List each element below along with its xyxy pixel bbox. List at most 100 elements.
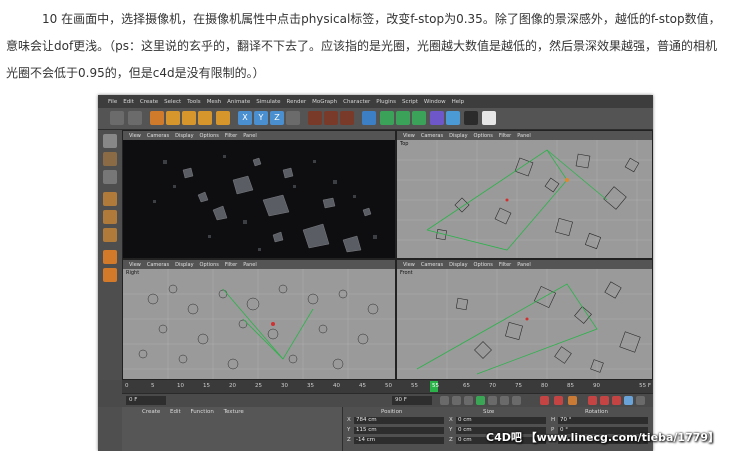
vp4-menu-display[interactable]: Display <box>449 262 467 268</box>
scene-icon[interactable] <box>446 111 460 125</box>
param-key-icon[interactable] <box>624 396 633 405</box>
rotation-key-icon[interactable] <box>612 396 621 405</box>
vp3-menu-display[interactable]: Display <box>175 262 193 268</box>
array-icon[interactable] <box>412 111 426 125</box>
vp4-menu-view[interactable]: View <box>403 262 415 268</box>
undo-icon[interactable] <box>110 111 124 125</box>
menu-plugins[interactable]: Plugins <box>376 99 396 105</box>
viewport-right[interactable]: View Cameras Display Options Filter Pane… <box>122 259 396 380</box>
position-y-field[interactable]: 115 cm <box>354 427 444 434</box>
vp2-menu-panel[interactable]: Panel <box>517 133 531 139</box>
menu-animate[interactable]: Animate <box>227 99 250 105</box>
cube-primitive-icon[interactable] <box>362 111 376 125</box>
prev-frame-icon[interactable] <box>464 396 473 405</box>
vp3-menu-options[interactable]: Options <box>200 262 219 268</box>
menu-mograph[interactable]: MoGraph <box>312 99 337 105</box>
rotate-icon[interactable] <box>198 111 212 125</box>
material-menu-texture[interactable]: Texture <box>224 409 244 415</box>
size-x-field[interactable]: 0 cm <box>456 417 546 424</box>
rotation-h-field[interactable]: 70 ° <box>558 417 648 424</box>
redo-icon[interactable] <box>128 111 142 125</box>
next-key-icon[interactable] <box>500 396 509 405</box>
menu-render[interactable]: Render <box>287 99 307 105</box>
menu-edit[interactable]: Edit <box>123 99 134 105</box>
vp2-menu-display[interactable]: Display <box>449 133 467 139</box>
vp4-menu-options[interactable]: Options <box>474 262 493 268</box>
vp1-menu-filter[interactable]: Filter <box>225 133 237 139</box>
vp3-menu-cameras[interactable]: Cameras <box>147 262 169 268</box>
vp2-menu-cameras[interactable]: Cameras <box>421 133 443 139</box>
menu-simulate[interactable]: Simulate <box>256 99 280 105</box>
menu-tools[interactable]: Tools <box>187 99 201 105</box>
material-menu-create[interactable]: Create <box>142 409 160 415</box>
model-mode-icon[interactable] <box>103 134 117 148</box>
material-menu-edit[interactable]: Edit <box>170 409 181 415</box>
vp2-menu-view[interactable]: View <box>403 133 415 139</box>
viewport-front[interactable]: View Cameras Display Options Filter Pane… <box>396 259 653 380</box>
deformer-icon[interactable] <box>430 111 444 125</box>
start-frame-field[interactable]: 0 F <box>126 396 166 405</box>
live-select-icon[interactable] <box>150 111 164 125</box>
y-axis-lock-icon[interactable]: Y <box>254 111 268 125</box>
goto-start-icon[interactable] <box>440 396 449 405</box>
next-frame-icon[interactable] <box>488 396 497 405</box>
snap-icon[interactable] <box>103 268 117 282</box>
menu-file[interactable]: File <box>108 99 117 105</box>
keyframe-selection-icon[interactable] <box>568 396 577 405</box>
x-axis-lock-icon[interactable]: X <box>238 111 252 125</box>
light-icon[interactable] <box>482 111 496 125</box>
record-icon[interactable] <box>540 396 549 405</box>
vp4-menu-filter[interactable]: Filter <box>499 262 511 268</box>
render-settings-icon[interactable] <box>340 111 354 125</box>
points-mode-icon[interactable] <box>103 192 117 206</box>
vp1-menu-cameras[interactable]: Cameras <box>147 133 169 139</box>
menu-create[interactable]: Create <box>140 99 158 105</box>
position-x-field[interactable]: 784 cm <box>354 417 444 424</box>
menu-select[interactable]: Select <box>164 99 181 105</box>
axis-mode-icon[interactable] <box>103 250 117 264</box>
polygons-mode-icon[interactable] <box>103 228 117 242</box>
timeline-ruler[interactable]: 0 5 10 15 20 25 30 35 40 45 50 55 55 65 … <box>122 380 653 393</box>
vp4-menu-panel[interactable]: Panel <box>517 262 531 268</box>
texture-mode-icon[interactable] <box>103 152 117 166</box>
viewport-top[interactable]: View Cameras Display Options Filter Pane… <box>396 130 653 259</box>
vp1-menu-options[interactable]: Options <box>200 133 219 139</box>
prev-key-icon[interactable] <box>452 396 461 405</box>
move-icon[interactable] <box>166 111 180 125</box>
world-coordinate-icon[interactable] <box>286 111 300 125</box>
camera-icon[interactable] <box>464 111 478 125</box>
menu-script[interactable]: Script <box>402 99 418 105</box>
vp2-menu-filter[interactable]: Filter <box>499 133 511 139</box>
goto-end-icon[interactable] <box>512 396 521 405</box>
end-frame-field[interactable]: 90 F <box>392 396 432 405</box>
workplane-icon[interactable] <box>103 170 117 184</box>
vp3-menu-filter[interactable]: Filter <box>225 262 237 268</box>
render-picture-viewer-icon[interactable] <box>324 111 338 125</box>
z-axis-lock-icon[interactable]: Z <box>270 111 284 125</box>
menu-window[interactable]: Window <box>424 99 446 105</box>
edges-mode-icon[interactable] <box>103 210 117 224</box>
add-icon[interactable] <box>216 111 230 125</box>
vp1-menu-view[interactable]: View <box>129 133 141 139</box>
material-menu-function[interactable]: Function <box>190 409 213 415</box>
render-view-icon[interactable] <box>308 111 322 125</box>
menu-help[interactable]: Help <box>452 99 465 105</box>
scale-icon[interactable] <box>182 111 196 125</box>
menu-mesh[interactable]: Mesh <box>207 99 221 105</box>
scale-key-icon[interactable] <box>600 396 609 405</box>
viewport-perspective[interactable]: View Cameras Display Options Filter Pane… <box>122 130 396 259</box>
pla-key-icon[interactable] <box>636 396 645 405</box>
generator-icon[interactable] <box>396 111 410 125</box>
autokey-icon[interactable] <box>554 396 563 405</box>
menu-character[interactable]: Character <box>343 99 370 105</box>
vp3-menu-view[interactable]: View <box>129 262 141 268</box>
vp2-menu-options[interactable]: Options <box>474 133 493 139</box>
position-key-icon[interactable] <box>588 396 597 405</box>
vp1-menu-display[interactable]: Display <box>175 133 193 139</box>
play-icon[interactable] <box>476 396 485 405</box>
position-z-field[interactable]: -14 cm <box>354 437 444 444</box>
vp1-menu-panel[interactable]: Panel <box>243 133 257 139</box>
vp4-menu-cameras[interactable]: Cameras <box>421 262 443 268</box>
vp3-menu-panel[interactable]: Panel <box>243 262 257 268</box>
subdivision-icon[interactable] <box>380 111 394 125</box>
